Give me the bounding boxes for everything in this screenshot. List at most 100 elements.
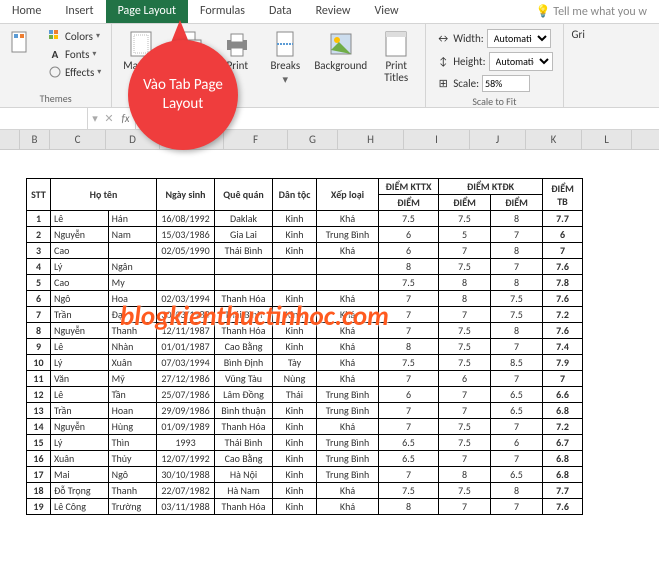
table-row[interactable]: 1LêHán16/08/1992DaklakKinhKhá7.57.587.7: [27, 211, 583, 227]
cell[interactable]: Khá: [317, 499, 379, 515]
cell[interactable]: Thái Bình: [215, 307, 273, 323]
cell[interactable]: 6: [379, 387, 439, 403]
cell[interactable]: 6.5: [491, 387, 543, 403]
cell[interactable]: Thái Bình: [215, 243, 273, 259]
col-header[interactable]: B: [20, 130, 50, 149]
cell[interactable]: 6.5: [379, 451, 439, 467]
tab-view[interactable]: View: [363, 0, 411, 23]
cell[interactable]: Thanh Hóa: [215, 419, 273, 435]
print-titles-button[interactable]: Print Titles: [375, 28, 417, 86]
cell[interactable]: 7: [439, 387, 491, 403]
cell[interactable]: Khá: [317, 339, 379, 355]
cell[interactable]: 1: [27, 211, 51, 227]
table-row[interactable]: 6NgôHoa02/03/1994Thanh HóaKinhKhá787.57.…: [27, 291, 583, 307]
table-row[interactable]: 14NguyễnHùng01/09/1989Thanh HóaKinhKhá77…: [27, 419, 583, 435]
cell[interactable]: 7.7: [543, 211, 583, 227]
cell[interactable]: Thủy: [108, 451, 156, 467]
cell[interactable]: Ngô: [51, 291, 109, 307]
cell[interactable]: Văn: [51, 371, 109, 387]
cell[interactable]: Kinh: [273, 227, 317, 243]
chevron-down-icon[interactable]: ▾: [88, 112, 102, 125]
cell[interactable]: Tần: [108, 387, 156, 403]
table-row[interactable]: 19Lê CôngTrường03/11/1988Thanh HóaKinhKh…: [27, 499, 583, 515]
cell[interactable]: 6: [439, 371, 491, 387]
cell[interactable]: Lê: [51, 387, 109, 403]
width-select[interactable]: Automatic: [487, 29, 551, 48]
cell[interactable]: 7.5: [491, 307, 543, 323]
cell[interactable]: Hoan: [108, 403, 156, 419]
cell[interactable]: Trần: [51, 403, 109, 419]
cell[interactable]: 7.5: [439, 435, 491, 451]
cell[interactable]: 12: [27, 387, 51, 403]
cell[interactable]: 7: [439, 307, 491, 323]
table-row[interactable]: 10LýXuân07/03/1994Bình ĐịnhTàyKhá7.57.58…: [27, 355, 583, 371]
cell[interactable]: 29/09/1986: [157, 403, 215, 419]
cell[interactable]: 6: [543, 227, 583, 243]
cell[interactable]: 25/07/1986: [157, 387, 215, 403]
cell[interactable]: Kinh: [273, 499, 317, 515]
cell[interactable]: Lý: [51, 435, 109, 451]
cell[interactable]: 8: [439, 275, 491, 291]
cell[interactable]: Đỗ Trọng: [51, 483, 109, 499]
cell[interactable]: 8: [379, 259, 439, 275]
cell[interactable]: 8: [379, 339, 439, 355]
cell[interactable]: Xuân: [51, 451, 109, 467]
cell[interactable]: 7: [543, 243, 583, 259]
cell[interactable]: 12/07/1992: [157, 451, 215, 467]
cell[interactable]: 7.2: [543, 307, 583, 323]
cell[interactable]: [317, 275, 379, 291]
cell[interactable]: 6: [491, 435, 543, 451]
cell[interactable]: 8: [491, 323, 543, 339]
cell[interactable]: Kinh: [273, 403, 317, 419]
cell[interactable]: 13: [27, 403, 51, 419]
colors-button[interactable]: Colors▾: [46, 28, 103, 44]
cell[interactable]: 15: [27, 435, 51, 451]
cell[interactable]: Khá: [317, 211, 379, 227]
cell[interactable]: Trần: [51, 307, 109, 323]
cell[interactable]: 01/09/1989: [157, 419, 215, 435]
cell[interactable]: 30/03/1988: [157, 307, 215, 323]
cell[interactable]: 5: [439, 227, 491, 243]
cell[interactable]: Cao: [51, 243, 109, 259]
cell[interactable]: 7: [27, 307, 51, 323]
cell[interactable]: Kinh: [273, 339, 317, 355]
cell[interactable]: 7.5: [439, 355, 491, 371]
cell[interactable]: 7: [439, 499, 491, 515]
cell[interactable]: 7.5: [379, 275, 439, 291]
height-control[interactable]: ↕Height:Automatic: [434, 51, 554, 72]
cell[interactable]: My: [108, 275, 156, 291]
cell[interactable]: 7.4: [543, 339, 583, 355]
cell[interactable]: Khá: [317, 323, 379, 339]
table-row[interactable]: 4LýNgân87.577.6: [27, 259, 583, 275]
cell[interactable]: Trung Bình: [317, 227, 379, 243]
cell[interactable]: 6.8: [543, 403, 583, 419]
width-control[interactable]: ↔Width:Automatic: [434, 28, 554, 49]
cell[interactable]: 8: [439, 291, 491, 307]
col-header[interactable]: K: [526, 130, 582, 149]
cell[interactable]: Tày: [273, 355, 317, 371]
cell[interactable]: Ngô: [108, 467, 156, 483]
cell[interactable]: 6.8: [543, 451, 583, 467]
cell[interactable]: Bình Định: [215, 355, 273, 371]
cell[interactable]: Hà Nam: [215, 483, 273, 499]
cell[interactable]: Nùng: [273, 371, 317, 387]
cell[interactable]: Thìn: [108, 435, 156, 451]
cell[interactable]: Trung Bình: [317, 451, 379, 467]
cell[interactable]: Khá: [317, 307, 379, 323]
cell[interactable]: [273, 259, 317, 275]
cell[interactable]: Kinh: [273, 211, 317, 227]
cell[interactable]: 18: [27, 483, 51, 499]
tab-insert[interactable]: Insert: [53, 0, 105, 23]
cell[interactable]: [108, 243, 156, 259]
name-box[interactable]: [0, 108, 88, 129]
cell[interactable]: 7: [379, 323, 439, 339]
cell[interactable]: Lâm Đồng: [215, 387, 273, 403]
cell[interactable]: 01/01/1987: [157, 339, 215, 355]
cell[interactable]: [215, 259, 273, 275]
cell[interactable]: 8: [491, 243, 543, 259]
cell[interactable]: Nguyễn: [51, 323, 109, 339]
cell[interactable]: Mỹ: [108, 371, 156, 387]
cell[interactable]: 8: [27, 323, 51, 339]
cell[interactable]: 4: [27, 259, 51, 275]
cell[interactable]: 7.5: [439, 259, 491, 275]
